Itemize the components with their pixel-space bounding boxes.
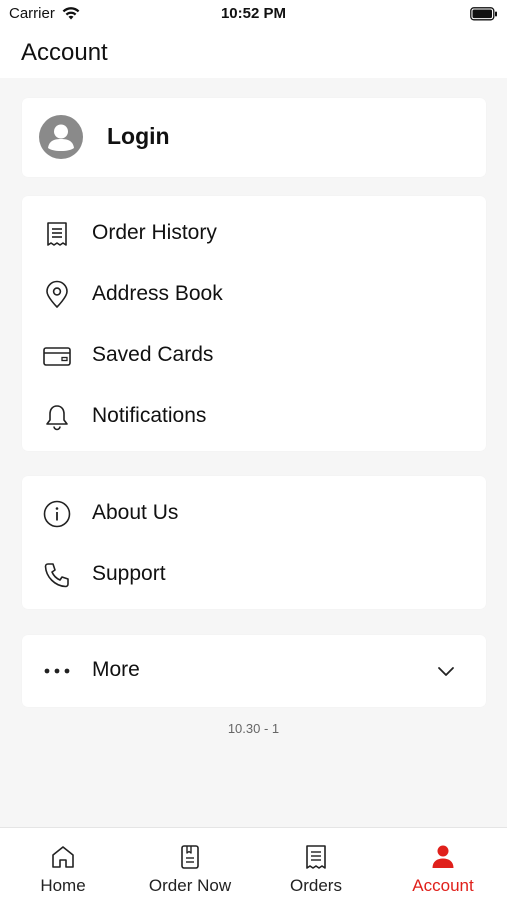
person-icon <box>432 845 454 868</box>
account-menu-secondary: About Us Support <box>22 476 486 609</box>
menu-item-label: Notifications <box>92 404 207 427</box>
orders-receipt-icon <box>306 845 326 869</box>
menu-item-label: Saved Cards <box>92 343 214 366</box>
more-dropdown[interactable]: More <box>22 635 486 707</box>
menu-item-address-book[interactable]: Address Book <box>22 267 486 323</box>
more-row[interactable]: More <box>22 643 486 699</box>
credit-card-icon <box>43 347 71 366</box>
menu-item-support[interactable]: Support <box>22 547 486 603</box>
tab-label: Account <box>412 876 474 895</box>
menu-item-label: Order History <box>92 221 217 244</box>
menu-item-label: Support <box>92 562 166 585</box>
receipt-icon <box>47 222 67 246</box>
menu-item-notifications[interactable]: Notifications <box>22 389 486 445</box>
battery-icon <box>470 7 497 21</box>
menu-book-icon <box>181 845 199 869</box>
clock: 10:52 PM <box>220 5 287 22</box>
tab-orders[interactable]: Orders <box>253 828 379 901</box>
home-icon <box>52 846 74 868</box>
more-label: More <box>92 658 140 681</box>
tab-bar: Home Order Now Orders Account <box>0 827 507 901</box>
menu-item-about-us[interactable]: About Us <box>22 486 486 542</box>
page-header: Account <box>0 30 507 78</box>
tab-label: Home <box>40 876 86 895</box>
app-version: 10.30 - 1 <box>227 721 280 736</box>
menu-item-order-history[interactable]: Order History <box>22 206 486 262</box>
info-icon <box>43 500 71 528</box>
tab-order-now[interactable]: Order Now <box>127 828 253 901</box>
bell-icon <box>46 405 68 431</box>
login-label: Login <box>107 123 170 149</box>
page-title: Account <box>21 39 108 66</box>
phone-icon <box>44 563 69 588</box>
tab-home[interactable]: Home <box>0 828 126 901</box>
tab-label: Order Now <box>148 876 232 895</box>
tab-label: Orders <box>290 876 342 895</box>
login-card[interactable]: Login <box>22 98 486 177</box>
account-menu-primary: Order History Address Book Saved Cards N… <box>22 196 486 451</box>
status-bar: Carrier 10:52 PM <box>0 0 507 30</box>
menu-item-saved-cards[interactable]: Saved Cards <box>22 328 486 384</box>
menu-item-label: About Us <box>92 501 179 524</box>
tab-account[interactable]: Account <box>380 828 506 901</box>
location-pin-icon <box>46 280 68 308</box>
menu-item-label: Address Book <box>92 282 223 305</box>
chevron-down-icon[interactable] <box>434 659 458 683</box>
ellipsis-icon <box>44 668 70 674</box>
avatar-icon <box>39 115 83 159</box>
